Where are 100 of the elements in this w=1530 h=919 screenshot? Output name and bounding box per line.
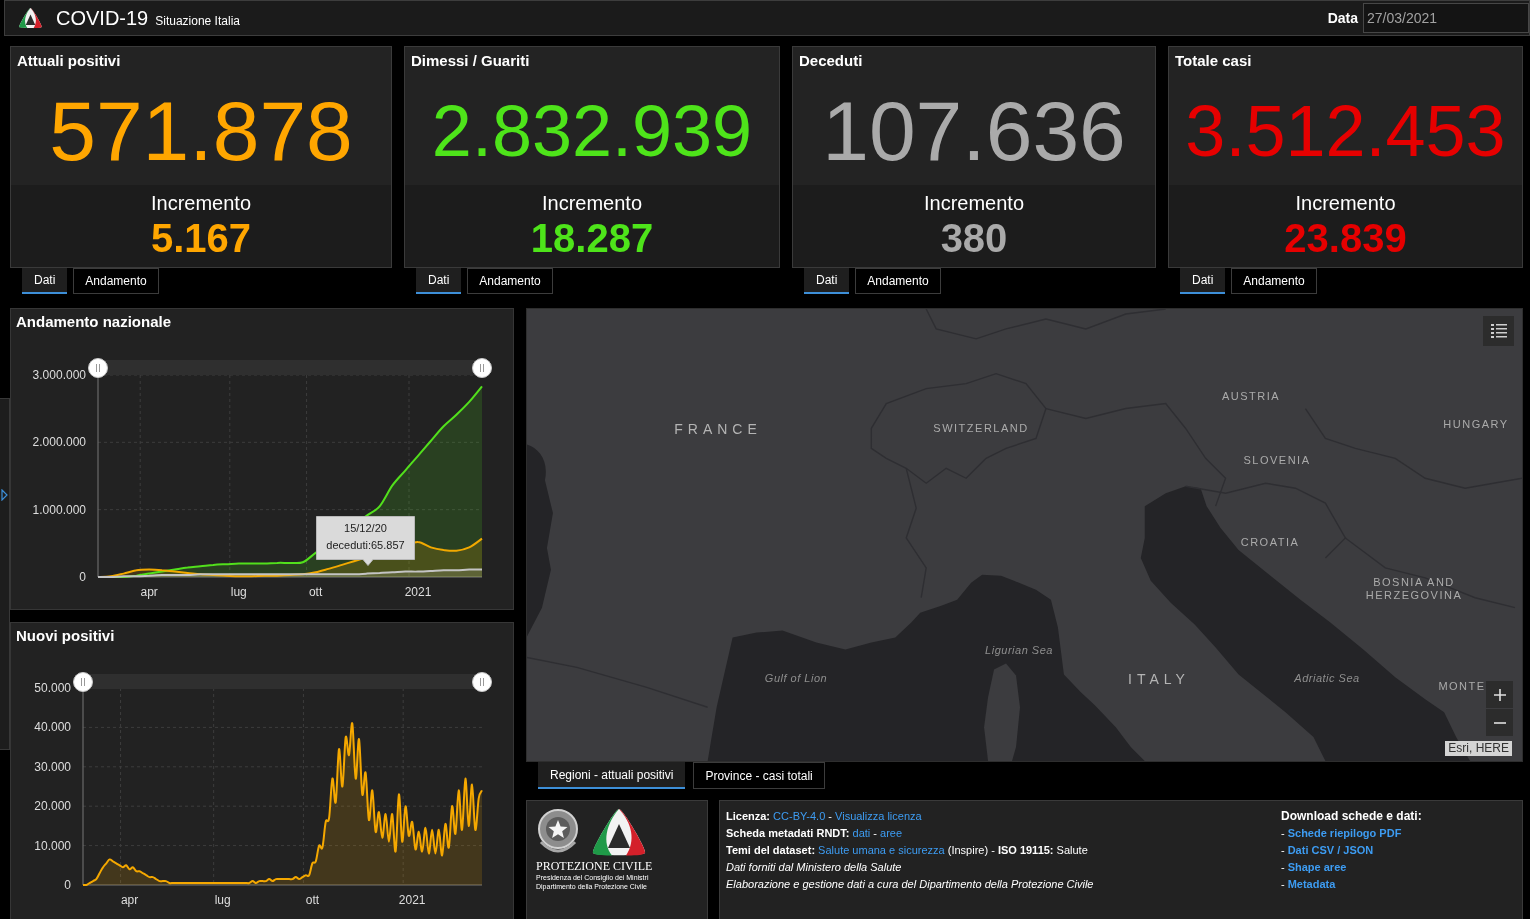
logo-title: PROTEZIONE CIVILE — [536, 859, 653, 873]
card-title: Totale casi — [1175, 51, 1252, 71]
date-label: Data — [1327, 8, 1358, 28]
axis-label: 1.000.000 — [32, 502, 86, 517]
axis-label: apr — [140, 585, 158, 599]
tab[interactable]: Province - casi totali — [693, 762, 825, 789]
tricolor-triangle-logo — [590, 808, 648, 856]
axis-label: 0 — [64, 878, 71, 892]
tab[interactable]: Dati — [1180, 268, 1226, 294]
app-title: COVID-19 — [56, 8, 149, 28]
minus-icon — [1493, 721, 1506, 724]
stat-value: 3.512.453 — [1185, 95, 1506, 167]
map-attribution: Esri, HERE — [1445, 741, 1512, 756]
info-line: Licenza: CC-BY-4.0 - Visualizza licenza — [726, 809, 922, 824]
increment-value: 5.167 — [150, 218, 252, 258]
link[interactable]: CC-BY-4.0 — [773, 810, 826, 822]
map-label: CROATIA — [1240, 535, 1300, 549]
download-link[interactable]: Dati CSV / JSON — [1287, 842, 1374, 859]
tab[interactable]: Regioni - attuali positivi — [538, 762, 686, 789]
zoom-in-button[interactable] — [1486, 681, 1513, 708]
axis-label: 20.000 — [34, 799, 71, 814]
stat-value: 107.636 — [822, 89, 1126, 173]
scrollbar-handle[interactable] — [88, 357, 108, 378]
axis-label: lug — [230, 585, 247, 599]
app-subtitle: Situazione Italia — [155, 15, 240, 27]
scrollbar-handle[interactable] — [472, 357, 492, 378]
tab[interactable]: Andamento — [467, 268, 553, 294]
info-line: Dati forniti dal Ministero della Salute — [726, 860, 902, 875]
axis-label: 30.000 — [34, 759, 71, 774]
downloads-title: Download schede e dati: — [1281, 808, 1422, 825]
info-line: Elaborazione e gestione dati a cura del Dipartimento della Protezione Civile — [726, 877, 1094, 892]
increment-value: 380 — [940, 218, 1008, 258]
card-title: Attuali positivi — [17, 51, 121, 71]
link[interactable]: dati — [852, 827, 871, 839]
link[interactable]: Visualizza licenza — [835, 810, 922, 822]
map-label: SWITZERLAND — [933, 421, 1029, 435]
list-dash: - — [1281, 860, 1285, 875]
axis-label: ott — [305, 893, 320, 907]
increment-label: Incremento — [923, 191, 1025, 215]
stat-value: 2.832.939 — [431, 95, 753, 167]
tab[interactable]: Dati — [22, 268, 68, 294]
scrollbar-handle[interactable] — [73, 671, 93, 692]
download-link[interactable]: Metadata — [1287, 876, 1336, 893]
sidebar-toggle[interactable] — [0, 398, 10, 750]
tab[interactable]: Andamento — [73, 268, 159, 294]
map-label: Adriatic Sea — [1294, 671, 1360, 685]
zoom-out-button[interactable] — [1486, 709, 1513, 736]
list-icon — [1490, 324, 1507, 338]
axis-label: apr — [120, 893, 139, 907]
increment-value: 23.839 — [1284, 218, 1407, 258]
increment-value: 18.287 — [530, 218, 654, 258]
legend-button[interactable] — [1483, 316, 1514, 346]
map-label: HUNGARY — [1443, 417, 1509, 431]
tab[interactable]: Andamento — [855, 268, 941, 294]
map-label: MONTE — [1438, 679, 1486, 693]
card-title: Dimessi / Guariti — [411, 51, 530, 71]
date-field[interactable]: 27/03/2021 — [1363, 3, 1529, 33]
axis-label: 2021 — [398, 893, 426, 907]
map-label: SLOVENIA — [1243, 453, 1311, 467]
increment-label: Incremento — [150, 191, 252, 215]
map-label: AUSTRIA — [1221, 389, 1281, 403]
axis-label: lug — [214, 893, 231, 907]
tab[interactable]: Andamento — [1231, 268, 1317, 294]
map-label: ITALY — [1128, 672, 1190, 686]
link[interactable]: aree — [880, 827, 903, 839]
map-label: BOSNIA AND HERZEGOVINA — [1364, 576, 1464, 602]
tooltip-value: deceduti:65.857 — [326, 538, 405, 553]
download-link[interactable]: Schede riepilogo PDF — [1287, 825, 1402, 842]
info-line: Scheda metadati RNDT: dati - aree — [726, 826, 903, 841]
panel-title: Andamento nazionale — [16, 312, 172, 332]
axis-label: 0 — [79, 570, 86, 584]
axis-label: ott — [308, 585, 323, 599]
list-dash: - — [1281, 826, 1285, 841]
map-label: Ligurian Sea — [985, 643, 1053, 657]
tooltip-date: 15/12/20 — [344, 521, 387, 536]
axis-label: 2021 — [404, 585, 432, 599]
stat-value: 571.878 — [49, 89, 353, 173]
axis-label: 3.000.000 — [32, 368, 86, 382]
card-title: Deceduti — [799, 51, 863, 71]
scrollbar-handle[interactable] — [472, 671, 492, 692]
axis-label: 2.000.000 — [32, 435, 86, 450]
axis-label: 40.000 — [34, 720, 71, 735]
download-link[interactable]: Shape aree — [1287, 859, 1347, 876]
axis-label: 10.000 — [34, 838, 71, 853]
map-label: FRANCE — [674, 422, 762, 436]
list-dash: - — [1281, 877, 1285, 892]
tab[interactable]: Dati — [804, 268, 850, 294]
triangle-icon — [1, 489, 8, 501]
plus-icon — [1493, 688, 1506, 701]
map[interactable]: FRANCE SWITZERLAND AUSTRIA HUNGARY SLOVENIA CROATIA BOSNIA AND HERZEGOVINA Ligurian Sea Gulf of Lion ITALY Adriatic Sea MONTE Esri, HERE — [526, 308, 1523, 762]
map-label: Gulf of Lion — [764, 671, 828, 685]
axis-label: 50.000 — [34, 681, 71, 695]
link[interactable]: Salute umana e sicurezza — [818, 844, 945, 856]
increment-label: Incremento — [1295, 191, 1396, 215]
info-line: Temi del dataset: Salute umana e sicurezza (Inspire) - ISO 19115: Salute — [726, 843, 1088, 858]
list-dash: - — [1281, 843, 1285, 858]
panel-title: Nuovi positivi — [16, 626, 115, 646]
increment-label: Incremento — [541, 191, 643, 215]
tab[interactable]: Dati — [416, 268, 462, 294]
triangle-logo — [18, 7, 43, 29]
